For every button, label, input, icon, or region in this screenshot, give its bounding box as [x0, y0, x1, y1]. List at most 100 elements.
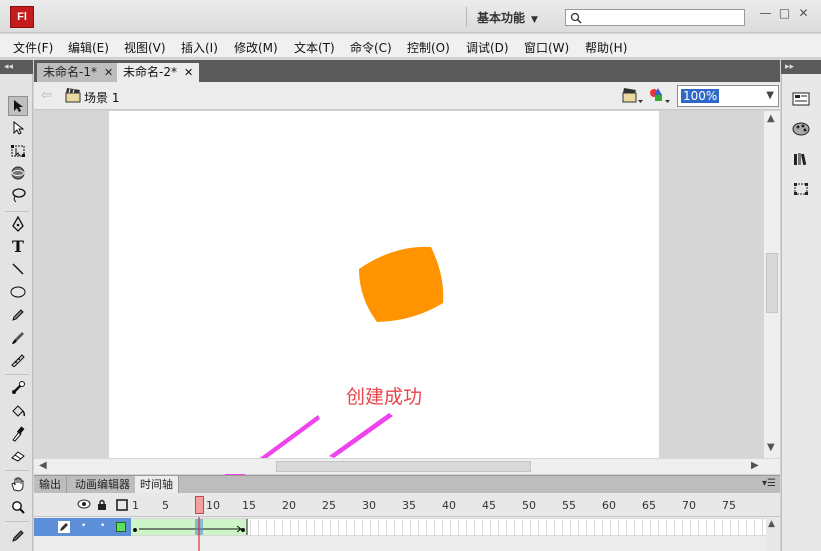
menu-text[interactable]: 文本(T) — [294, 39, 335, 56]
help-search-input[interactable] — [565, 9, 745, 26]
tab-label: 未命名-1* — [43, 65, 97, 79]
lasso-tool-icon[interactable] — [8, 185, 28, 205]
scroll-left-icon[interactable]: ◀ — [39, 460, 47, 471]
vertical-scrollbar[interactable]: ▲ ▼ — [763, 111, 780, 458]
zoom-value: 100% — [681, 89, 720, 103]
tools-panel: T — [0, 74, 33, 551]
deco-tool-icon[interactable] — [8, 350, 28, 370]
vertical-scroll-thumb[interactable] — [766, 253, 778, 313]
stroke-color-icon[interactable] — [8, 526, 28, 546]
frame-number: 55 — [562, 499, 576, 512]
playhead-line — [198, 517, 200, 551]
close-tab-icon[interactable]: ✕ — [104, 66, 113, 79]
hand-tool-icon[interactable] — [8, 474, 28, 494]
title-separator — [466, 7, 467, 27]
menu-modify[interactable]: 修改(M) — [234, 39, 278, 56]
menu-file[interactable]: 文件(F) — [13, 39, 53, 56]
scroll-up-icon[interactable]: ▲ — [767, 113, 775, 124]
frame-strip[interactable] — [131, 518, 766, 536]
edit-scene-icon[interactable] — [622, 87, 644, 105]
menu-debug[interactable]: 调试(D) — [466, 39, 509, 56]
eye-icon[interactable] — [77, 499, 91, 509]
scroll-down-icon[interactable]: ▼ — [767, 442, 775, 453]
right-panel-collapse[interactable]: ▸▸ — [781, 60, 821, 74]
frame-number: 1 — [132, 499, 139, 512]
maximize-button[interactable]: □ — [775, 6, 794, 20]
bottom-panel-tabs: 输出 动画编辑器 时间轴 ▾☰ — [34, 475, 780, 494]
paint-bucket-tool-icon[interactable] — [8, 401, 28, 421]
pencil-tool-icon[interactable] — [8, 305, 28, 325]
tools-panel-collapse[interactable]: ◂◂ — [0, 60, 33, 74]
menu-view[interactable]: 视图(V) — [124, 39, 166, 56]
zoom-tool-icon[interactable] — [8, 497, 28, 517]
edit-symbol-icon[interactable] — [649, 87, 671, 105]
align-icon[interactable] — [790, 178, 812, 200]
frame-number: 5 — [162, 499, 169, 512]
outline-icon[interactable] — [116, 499, 128, 511]
minimize-button[interactable]: — — [756, 6, 775, 20]
back-arrow-icon[interactable]: ⇦ — [41, 88, 52, 103]
right-dock — [781, 74, 821, 551]
timeline-scrollbar[interactable]: ▲ — [766, 518, 780, 551]
menu-edit[interactable]: 编辑(E) — [68, 39, 109, 56]
visibility-dot-icon[interactable]: • — [81, 521, 86, 531]
eyedropper-tool-icon[interactable] — [8, 424, 28, 444]
close-tab-icon[interactable]: ✕ — [184, 66, 193, 79]
tab-motion-editor[interactable]: 动画编辑器 — [70, 476, 136, 494]
edit-bar: ⇦ 场景 1 100% ▼ — [34, 82, 780, 110]
subselection-tool-icon[interactable] — [8, 118, 28, 138]
scroll-up-icon[interactable]: ▲ — [768, 519, 775, 529]
frame-number: 15 — [242, 499, 256, 512]
tools-divider — [5, 521, 29, 522]
annotation-text: 创建成功 — [346, 386, 423, 408]
pen-tool-icon[interactable] — [8, 214, 28, 234]
chevron-down-icon: ▼ — [531, 15, 538, 25]
title-bar: Fl 基本功能 ▼ — □ ✕ — [0, 0, 821, 33]
layer-row[interactable]: • • — [34, 518, 131, 536]
library-icon[interactable] — [790, 148, 812, 170]
properties-icon[interactable] — [790, 88, 812, 110]
frame-number: 30 — [362, 499, 376, 512]
bone-tool-icon[interactable] — [8, 378, 28, 398]
selection-tool-icon[interactable] — [8, 96, 28, 116]
menu-window[interactable]: 窗口(W) — [524, 39, 569, 56]
playhead[interactable] — [195, 496, 204, 514]
eraser-tool-icon[interactable] — [8, 446, 28, 466]
color-icon[interactable] — [790, 118, 812, 140]
free-transform-tool-icon[interactable] — [8, 141, 28, 161]
menu-help[interactable]: 帮助(H) — [585, 39, 627, 56]
tab-output[interactable]: 输出 — [34, 476, 67, 494]
menu-insert[interactable]: 插入(I) — [181, 39, 218, 56]
tab-timeline[interactable]: 时间轴 — [135, 476, 179, 494]
frame-number: 25 — [322, 499, 336, 512]
frame-number: 65 — [642, 499, 656, 512]
annotation-arrow — [329, 413, 393, 458]
lock-dot-icon[interactable]: • — [100, 521, 105, 531]
frame-grid — [131, 519, 766, 535]
line-tool-icon[interactable] — [8, 259, 28, 279]
frame-number: 20 — [282, 499, 296, 512]
horizontal-scrollbar[interactable]: ◀ ▶ — [34, 458, 780, 474]
window-controls: — □ ✕ — [756, 6, 816, 26]
horizontal-scroll-thumb[interactable] — [276, 461, 531, 472]
brush-tool-icon[interactable] — [8, 328, 28, 348]
tab-untitled-1[interactable]: 未命名-1* ✕ — [37, 63, 120, 82]
zoom-select[interactable]: 100% ▼ — [677, 85, 779, 107]
workspace-switcher[interactable]: 基本功能 ▼ — [477, 9, 538, 26]
layer-outline-color[interactable] — [116, 522, 126, 532]
lock-icon[interactable] — [97, 499, 107, 511]
text-tool-icon[interactable]: T — [8, 236, 28, 256]
keyframe-start — [133, 528, 137, 532]
tools-divider — [5, 374, 29, 375]
menu-control[interactable]: 控制(O) — [407, 39, 450, 56]
tab-untitled-2[interactable]: 未命名-2* ✕ — [117, 63, 200, 82]
search-icon — [570, 12, 582, 24]
menu-commands[interactable]: 命令(C) — [350, 39, 392, 56]
3d-rotation-tool-icon[interactable] — [8, 163, 28, 183]
oval-tool-icon[interactable] — [8, 282, 28, 302]
scroll-right-icon[interactable]: ▶ — [751, 460, 759, 471]
panel-menu-icon[interactable]: ▾☰ — [762, 478, 776, 489]
close-button[interactable]: ✕ — [794, 6, 813, 20]
keyframe-end — [241, 528, 245, 532]
timeline-header: 1 5 10 15 20 25 30 35 40 45 50 55 60 65 … — [34, 493, 780, 517]
